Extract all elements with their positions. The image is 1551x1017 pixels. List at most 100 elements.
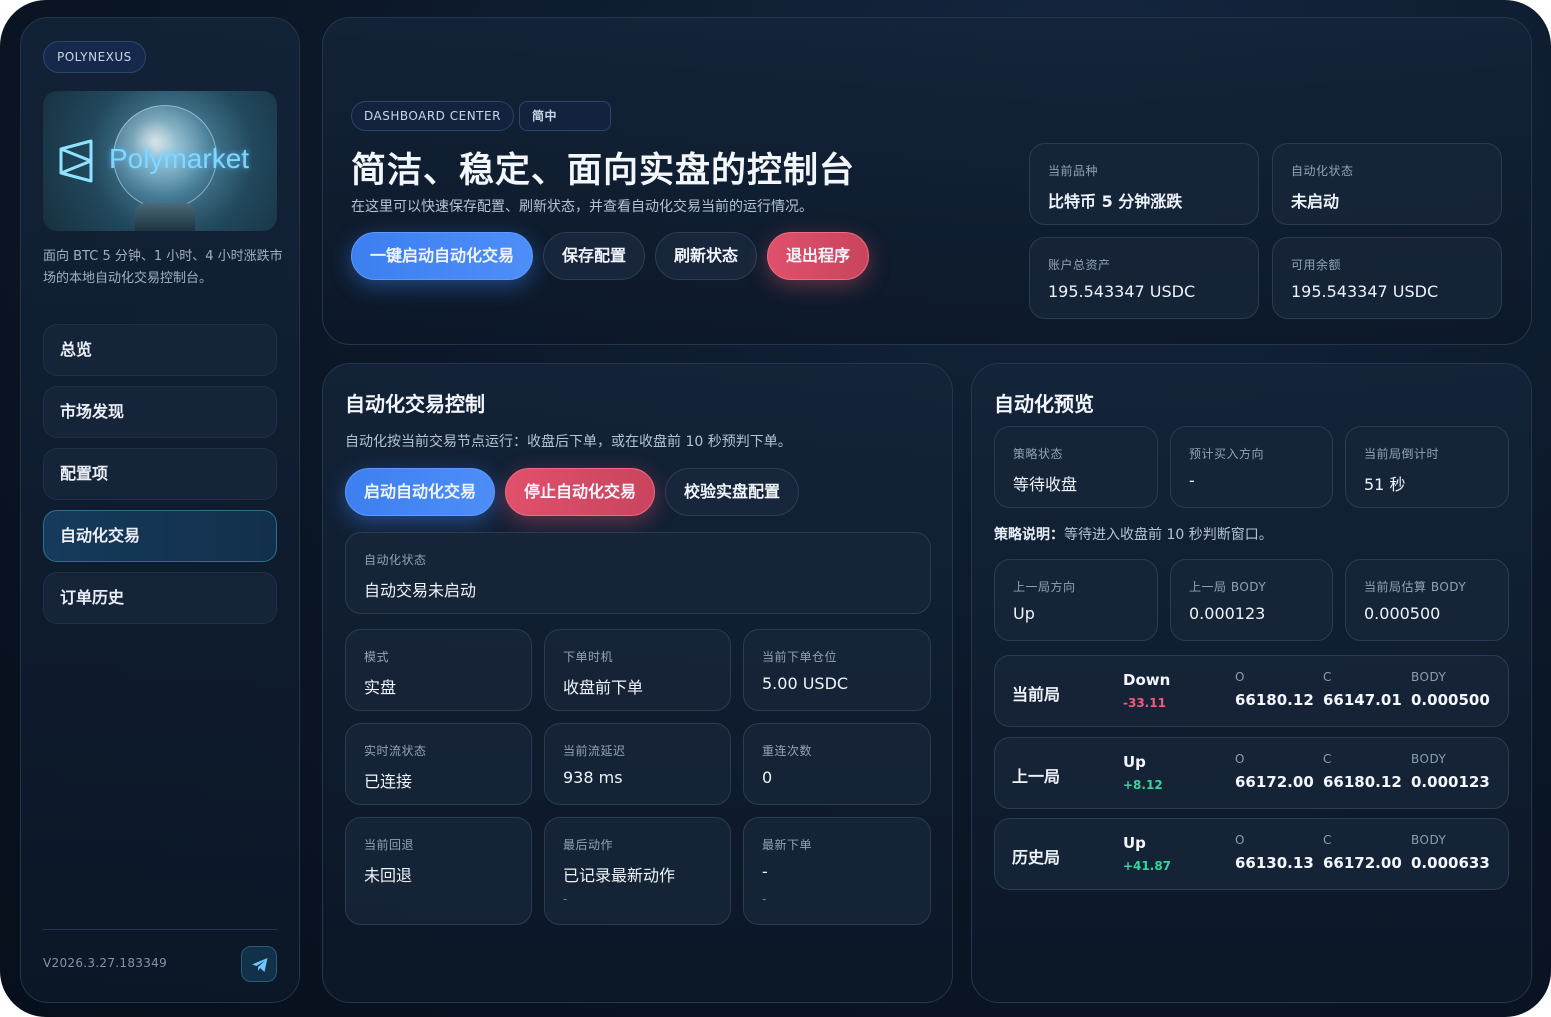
card-position-size: 当前下单仓位 5.00 USDC [743,629,931,711]
open-value: 66130.13 [1235,854,1314,872]
card-value: 51 秒 [1364,475,1406,494]
body-label: BODY [1411,833,1447,847]
body-value: 0.000500 [1411,691,1490,709]
section-title: 自动化预览 [994,392,1094,416]
card-label: 当前回退 [364,838,415,852]
strategy-note-text: 等待进入收盘前 10 秒判断窗口。 [1064,527,1273,543]
card-label: 预计买入方向 [1189,447,1265,461]
version-label: V2026.3.27.183349 [43,956,168,970]
sidebar-description: 面向 BTC 5 分钟、1 小时、4 小时涨跌市场的本地自动化交易控制台。 [43,249,283,286]
verify-live-config-button[interactable]: 校验实盘配置 [665,468,799,516]
card-value: 实盘 [364,678,397,697]
card-expected-direction: 预计买入方向 - [1170,426,1333,508]
open-value: 66172.00 [1235,773,1314,791]
card-sub-value: - [563,892,568,906]
body-label: BODY [1411,670,1447,684]
card-mode: 模式 实盘 [345,629,532,711]
sidebar-item-auto-trading[interactable]: 自动化交易 [43,510,277,562]
card-last-body: 上一局 BODY 0.000123 [1170,559,1333,641]
sidebar-item-overview[interactable]: 总览 [43,324,277,376]
body-value: 0.000123 [1411,773,1490,791]
round-change: -33.11 [1123,696,1166,710]
page-subtitle: 在这里可以快速保存配置、刷新状态，并查看自动化交易当前的运行情况。 [351,199,813,215]
dashboard-center-tag: DASHBOARD CENTER [351,101,514,131]
page-title: 简洁、稳定、面向实盘的控制台 [351,151,856,191]
section-description: 自动化按当前交易节点运行：收盘后下单，或在收盘前 10 秒预判下单。 [345,434,792,450]
round-row-current: 当前局 Down -33.11 O 66180.12 C 66147.01 BO… [994,655,1509,727]
close-value: 66147.01 [1323,691,1402,709]
polymarket-logo-text: Polymarket [109,143,250,174]
card-estimated-body: 当前局估算 BODY 0.000500 [1345,559,1509,641]
close-value: 66172.00 [1323,854,1402,872]
stat-value: 195.543347 USDC [1048,282,1196,301]
card-label: 当前下单仓位 [762,650,838,664]
card-value: 收盘前下单 [563,678,644,697]
sidebar-item-order-history[interactable]: 订单历史 [43,572,277,624]
card-value: - [762,862,768,881]
card-latest-order: 最新下单 - - [743,817,931,925]
open-label: O [1235,752,1245,766]
card-value: 5.00 USDC [762,674,849,693]
sidebar: POLYNEXUS Polymarket 面向 BTC 5 分钟、1 小时、4 … [20,17,300,1003]
stat-automation-status: 自动化状态 未启动 [1272,143,1502,225]
section-title: 自动化交易控制 [345,392,485,416]
strategy-note: 策略说明：等待进入收盘前 10 秒判断窗口。 [994,524,1273,544]
round-direction: Up [1123,834,1146,852]
sidebar-item-config[interactable]: 配置项 [43,448,277,500]
card-round-countdown: 当前局倒计时 51 秒 [1345,426,1509,508]
stat-value: 未启动 [1291,192,1340,211]
card-last-action: 最后动作 已记录最新动作 - [544,817,731,925]
save-config-button[interactable]: 保存配置 [543,232,645,280]
automation-preview-panel: 自动化预览 策略状态 等待收盘 预计买入方向 - 当前局倒计时 51 秒 策略说… [971,363,1532,1003]
stat-available-balance: 可用余额 195.543347 USDC [1272,237,1502,319]
body-value: 0.000633 [1411,854,1490,872]
one-click-start-button[interactable]: 一键启动自动化交易 [351,232,533,280]
sidebar-divider [43,929,277,930]
brand-badge: POLYNEXUS [43,41,146,73]
card-value: 自动交易未启动 [364,581,477,600]
round-name: 上一局 [1012,767,1061,786]
automation-control-panel: 自动化交易控制 自动化按当前交易节点运行：收盘后下单，或在收盘前 10 秒预判下… [322,363,953,1003]
card-stream-status: 实时流状态 已连接 [345,723,532,805]
crystal-ball-stand [135,203,195,231]
card-current-fallback: 当前回退 未回退 [345,817,532,925]
brand-banner-image: Polymarket [43,91,277,231]
refresh-status-button[interactable]: 刷新状态 [655,232,757,280]
card-label: 模式 [364,650,390,664]
card-label: 策略状态 [1013,447,1064,461]
language-selector[interactable]: 简中 [519,101,611,131]
telegram-icon [252,958,268,972]
card-value: 已记录最新动作 [563,866,676,885]
card-label: 当前局估算 BODY [1364,580,1467,594]
card-label: 当前局倒计时 [1364,447,1440,461]
stat-total-assets: 账户总资产 195.543347 USDC [1029,237,1259,319]
card-order-timing: 下单时机 收盘前下单 [544,629,731,711]
card-value: - [1189,471,1195,490]
card-last-direction: 上一局方向 Up [994,559,1158,641]
card-value: 未回退 [364,866,413,885]
round-direction: Down [1123,671,1171,689]
round-row-history: 历史局 Up +41.87 O 66130.13 C 66172.00 BODY… [994,818,1509,890]
stop-automation-button[interactable]: 停止自动化交易 [505,468,655,516]
card-value: 0.000500 [1364,604,1441,623]
sidebar-item-market-discovery[interactable]: 市场发现 [43,386,277,438]
stat-current-market: 当前品种 比特币 5 分钟涨跌 [1029,143,1259,225]
stat-label: 账户总资产 [1048,258,1111,272]
telegram-button[interactable] [241,946,277,982]
start-automation-button[interactable]: 启动自动化交易 [345,468,495,516]
card-label: 下单时机 [563,650,614,664]
exit-program-button[interactable]: 退出程序 [767,232,869,280]
round-change: +8.12 [1123,778,1163,792]
polymarket-logo-icon [59,139,93,183]
stat-value: 195.543347 USDC [1291,282,1439,301]
card-label: 最后动作 [563,838,614,852]
body-label: BODY [1411,752,1447,766]
card-label: 上一局 BODY [1189,580,1267,594]
open-value: 66180.12 [1235,691,1314,709]
round-direction: Up [1123,753,1146,771]
stat-label: 当前品种 [1048,164,1099,178]
open-label: O [1235,670,1245,684]
close-label: C [1323,752,1332,766]
close-label: C [1323,833,1332,847]
card-strategy-status: 策略状态 等待收盘 [994,426,1158,508]
